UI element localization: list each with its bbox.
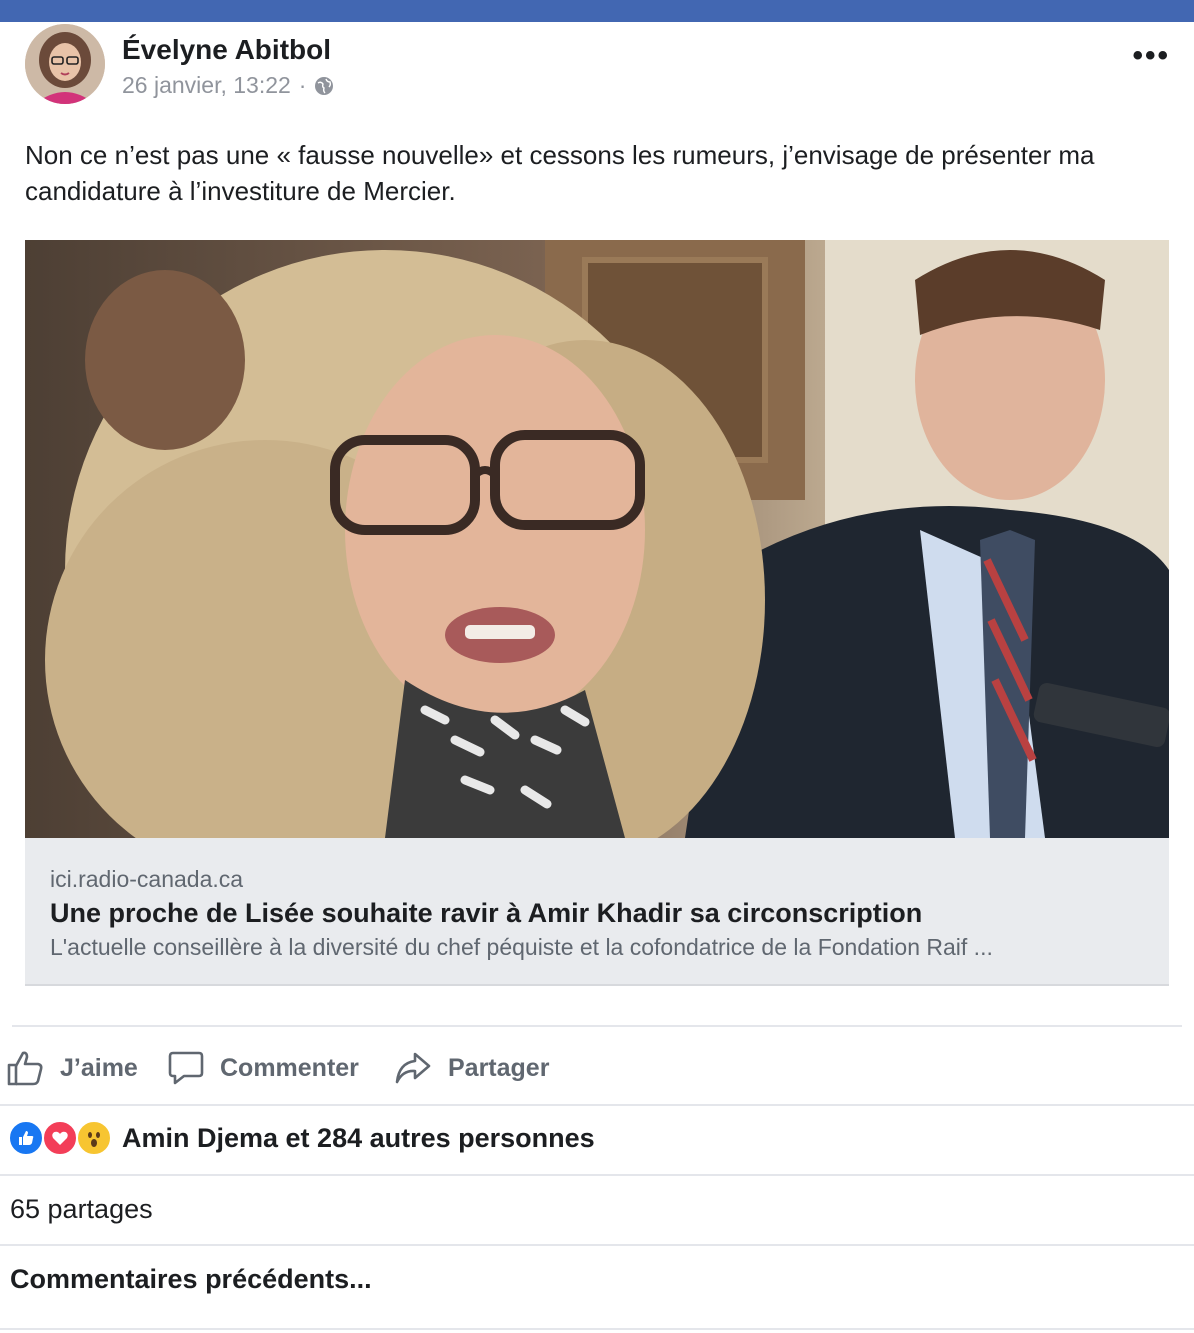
more-options-button[interactable]: ••• [1132,41,1170,71]
reactions-summary[interactable]: Amin Djema et 284 autres personnes [8,1120,595,1156]
share-button[interactable]: Partager [394,1040,549,1096]
divider [0,1328,1194,1330]
post-meta: 26 janvier, 13:22 · [122,72,334,99]
link-title[interactable]: Une proche de Lisée souhaite ravir à Ami… [50,898,922,929]
link-domain: ici.radio-canada.ca [50,866,244,892]
thumbs-up-icon [7,1051,43,1086]
divider [12,1025,1182,1027]
comment-bubble-icon [168,1051,204,1085]
meta-separator: · [298,72,307,98]
reactions-text[interactable]: Amin Djema et 284 autres personnes [122,1123,595,1154]
link-description: L'actuelle conseillère à la diversité du… [50,934,993,960]
divider [0,1104,1194,1106]
like-icon [8,1120,44,1156]
globe-icon [315,76,334,95]
wow-icon [76,1120,112,1156]
divider [0,1244,1194,1246]
love-icon [42,1120,78,1156]
author-name[interactable]: Évelyne Abitbol [122,34,331,66]
comment-label: Commenter [220,1053,359,1082]
divider [0,1174,1194,1176]
shares-count[interactable]: 65 partages [10,1194,153,1225]
top-bar [0,0,1194,22]
post-text: Non ce n’est pas une « fausse nouvelle» … [25,140,1095,206]
action-bar: J’aime Commenter Partager [0,1040,1194,1096]
like-button[interactable]: J’aime [6,1040,138,1096]
share-label: Partager [448,1053,550,1082]
comment-button[interactable]: Commenter [168,1040,359,1096]
news-photo [25,240,1169,838]
link-preview-image[interactable] [25,240,1169,838]
previous-comments-link[interactable]: Commentaires précédents... [10,1264,372,1295]
post-timestamp[interactable]: 26 janvier, 13:22 [122,72,291,99]
share-arrow-icon [395,1052,431,1084]
link-preview-card[interactable]: ici.radio-canada.ca Une proche de Lisée … [25,240,1169,986]
like-label: J’aime [60,1053,138,1082]
link-info[interactable]: ici.radio-canada.ca Une proche de Lisée … [25,838,1169,986]
avatar-image [25,24,105,104]
avatar[interactable] [25,24,105,104]
